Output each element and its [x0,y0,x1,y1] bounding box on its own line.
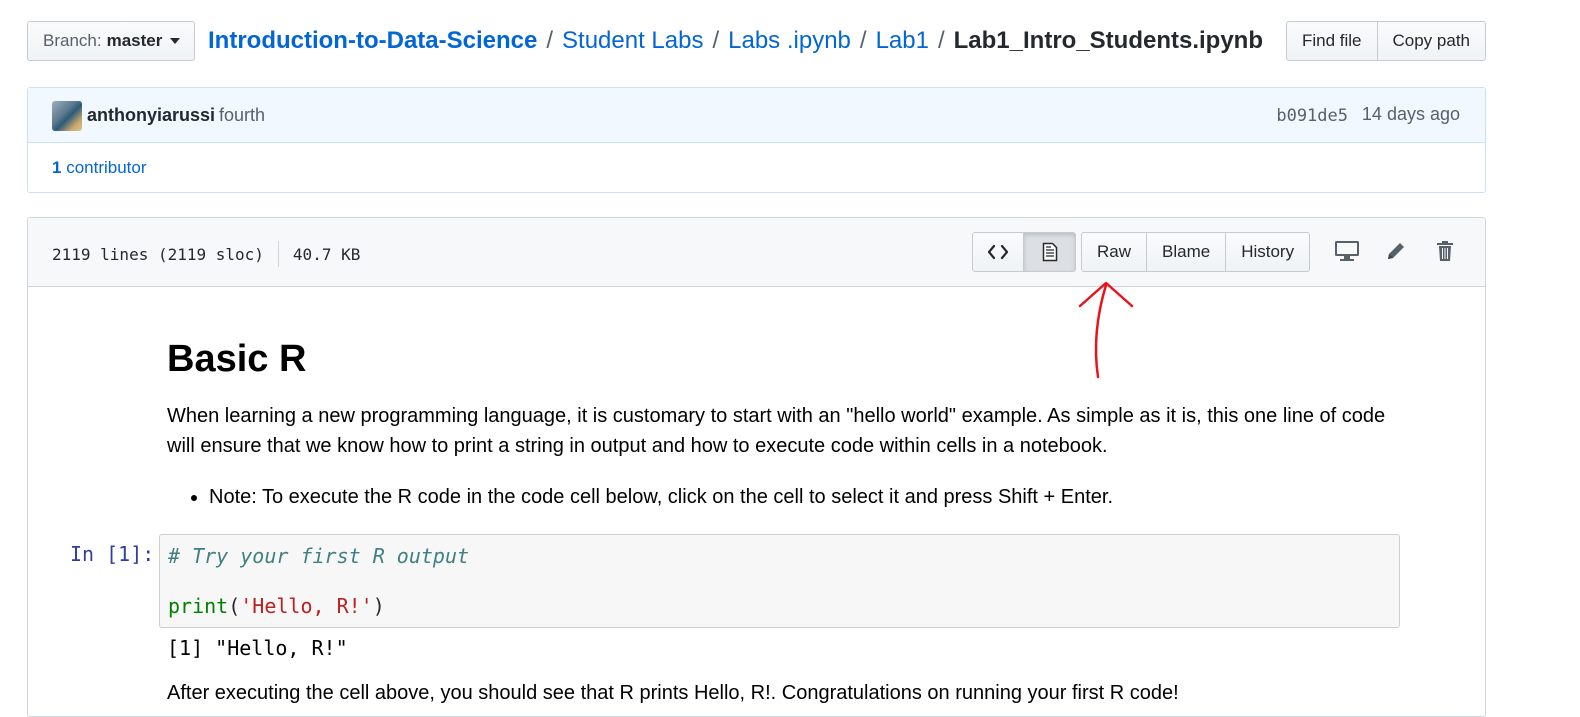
breadcrumb-repo-link[interactable]: Introduction-to-Data-Science [208,27,537,55]
code-function: print [168,594,229,618]
open-in-desktop-button[interactable] [1332,236,1362,266]
commit-time: 14 days ago [1361,104,1460,124]
commit-author[interactable]: anthonyiarussi [87,105,215,125]
file-info: 2119 lines (2119 sloc) 40.7 KB [52,241,360,267]
code-icon [988,244,1008,260]
file-size: 40.7 KB [292,244,361,264]
commit-sha[interactable]: b091de5 [1276,106,1348,126]
code-cell[interactable]: # Try your first R output print('Hello, … [159,534,1400,628]
view-toggle [972,232,1076,272]
notebook-note-list: Note: To execute the R code in the code … [167,482,1113,512]
file-actions-group: Find file Copy path [1285,21,1486,61]
file-viewer: 2119 lines (2119 sloc) 40.7 KB Raw Blame [27,217,1486,717]
source-view-button[interactable] [972,232,1024,272]
commit-author-line: anthonyiarussi fourth [87,105,265,126]
notebook-heading: Basic R [167,338,307,380]
contributors-row: 1 contributor [28,143,1485,193]
breadcrumb-labs-link[interactable]: Labs .ipynb [728,27,851,55]
pencil-icon [1388,243,1404,259]
breadcrumb-lab1-link[interactable]: Lab1 [876,27,929,55]
breadcrumb-student-labs-link[interactable]: Student Labs [562,27,703,55]
file-navigation: Branch: master Introduction-to-Data-Scie… [27,21,1486,63]
branch-select-button[interactable]: Branch: master [27,21,195,61]
notebook-note: Note: To execute the R code in the code … [209,482,1113,512]
commit-message[interactable]: fourth [219,105,265,125]
code-line: print('Hello, R!') [168,594,1391,619]
breadcrumb-separator: / [937,27,945,54]
latest-commit-row: anthonyiarussi fourth b091de5 14 days ago [28,88,1485,143]
edit-file-button[interactable] [1381,236,1411,266]
file-text-icon [1042,242,1057,262]
copy-path-button[interactable]: Copy path [1377,21,1486,61]
raw-button[interactable]: Raw [1081,232,1148,272]
commit-tease: anthonyiarussi fourth b091de5 14 days ago… [27,87,1486,193]
contributor-label: contributor [66,158,147,177]
branch-name: master [106,31,163,50]
code-paren-open: ( [228,594,241,618]
contributors-link[interactable]: 1 contributor [52,158,147,178]
breadcrumb-separator: / [546,27,554,54]
breadcrumb-separator: / [859,27,867,54]
history-button[interactable]: History [1226,232,1311,272]
code-paren-close: ) [372,594,385,618]
code-comment: # Try your first R output [168,544,470,568]
delete-file-button[interactable] [1430,236,1460,266]
notebook-paragraph: When learning a new programming language… [167,405,1386,457]
cell-output: [1] "Hello, R!" [167,636,348,660]
branch-label: Branch: [43,31,102,50]
file-header: 2119 lines (2119 sloc) 40.7 KB Raw Blame [28,218,1485,287]
desktop-icon [1335,241,1359,261]
breadcrumb-separator: / [712,27,720,54]
avatar[interactable] [52,101,82,131]
contributor-count: 1 [52,158,62,177]
find-file-button[interactable]: Find file [1285,21,1378,61]
file-info-divider [277,241,279,267]
file-line-count: 2119 lines (2119 sloc) [52,244,264,264]
cell-input-prompt: In [1]: [70,542,155,566]
breadcrumb: Introduction-to-Data-Science / Student L… [208,27,1263,55]
file-action-buttons: Raw Blame History [1081,232,1311,272]
caret-down-icon [170,38,181,44]
rendered-view-button[interactable] [1024,232,1076,272]
code-string: 'Hello, R!' [240,594,373,618]
blame-button[interactable]: Blame [1147,232,1227,272]
trash-icon [1437,241,1453,261]
breadcrumb-current-file: Lab1_Intro_Students.ipynb [953,27,1264,54]
